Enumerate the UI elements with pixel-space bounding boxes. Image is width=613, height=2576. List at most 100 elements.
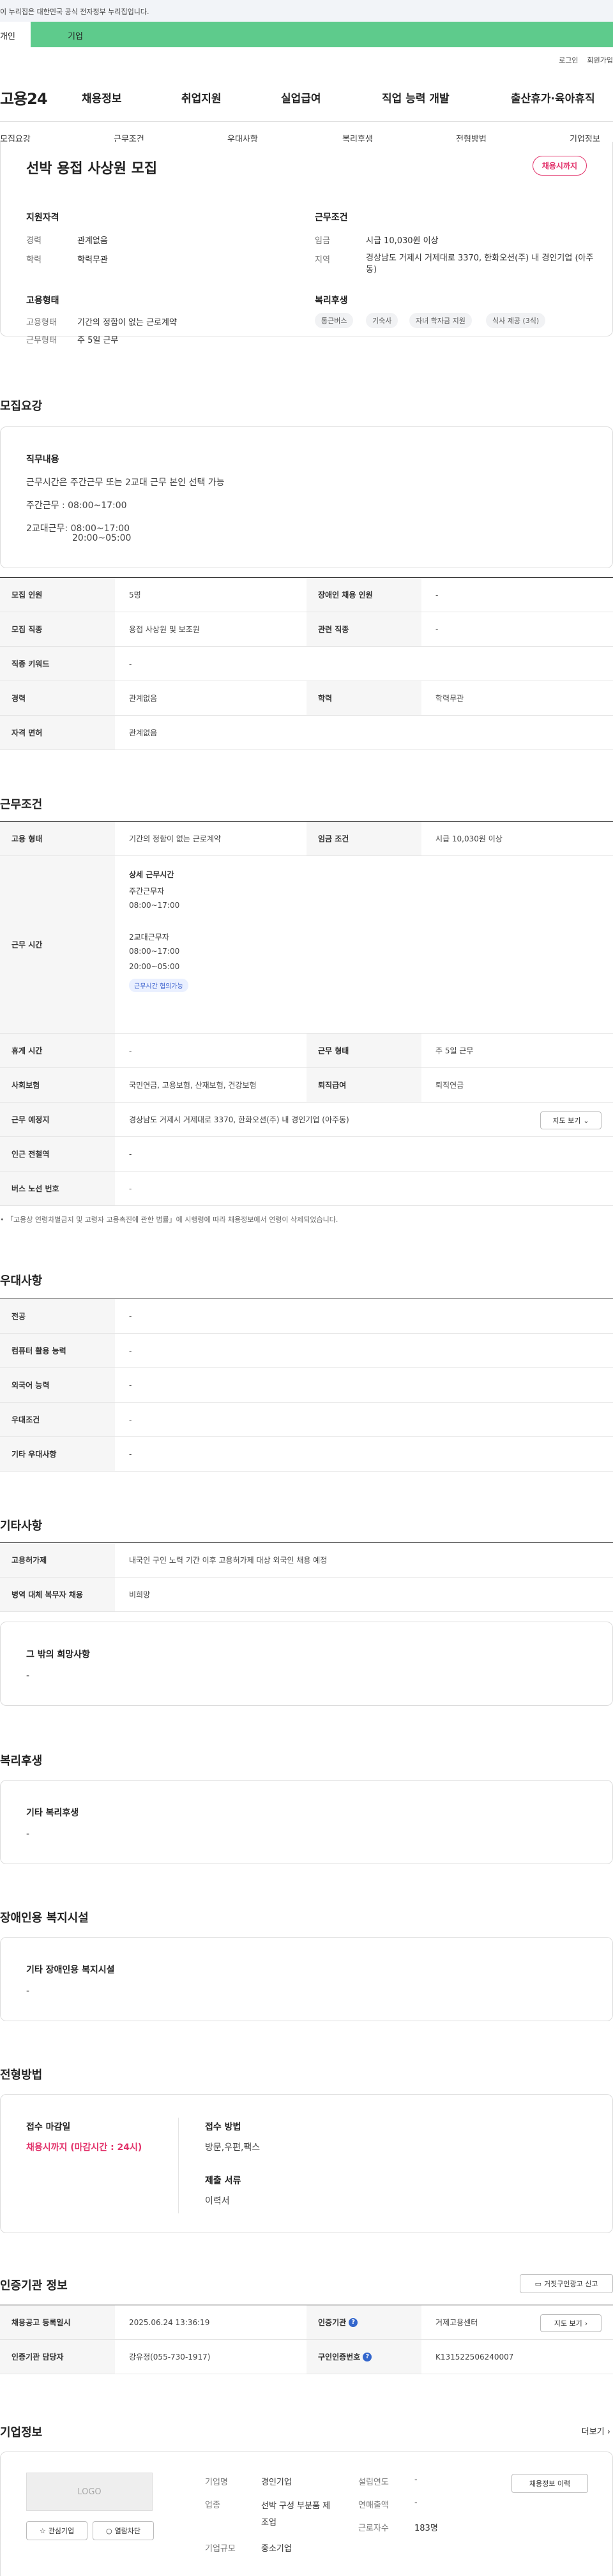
selection-section-title: 전형방법 bbox=[0, 2068, 43, 2082]
cond-heading: 근무조건 bbox=[315, 213, 348, 223]
hours-line: 08:00~17:00 bbox=[129, 947, 180, 956]
cell-key: 직종 키워드 bbox=[0, 647, 115, 681]
gov-notice-bar: 이 누리집은 대한민국 공식 전자정부 누리집입니다. bbox=[0, 0, 613, 22]
job-title: 선박 용접 사상원 모집 bbox=[26, 161, 158, 177]
document-icon: ▭ bbox=[534, 2279, 541, 2288]
cert-section-title: 인증기관 정보 bbox=[0, 2279, 68, 2293]
circle-icon: ○ bbox=[105, 2526, 112, 2535]
cell-key: 근무 예정지 bbox=[0, 1103, 115, 1136]
cell-value: 강유정(055-730-1917) bbox=[129, 2353, 211, 2361]
false-ad-report-label: 거짓구인광고 신고 bbox=[543, 2280, 598, 2288]
qual-key: 경력 bbox=[26, 236, 42, 246]
cell-value: - bbox=[129, 1449, 132, 1459]
welfare-chip: 기숙사 bbox=[366, 313, 398, 328]
duty-line: 2교대근무: 08:00~17:00 bbox=[26, 523, 130, 534]
cell-value: - bbox=[129, 1311, 132, 1321]
etc-hope-value: - bbox=[26, 1671, 30, 1681]
cell-value: - bbox=[129, 1184, 132, 1193]
method-value: 방문,우편,팩스 bbox=[205, 2143, 261, 2153]
deadline-badge: 채용시까지 bbox=[532, 156, 587, 176]
method-heading: 접수 방법 bbox=[205, 2122, 241, 2132]
age-law-note-text: 「고용상 연령차별금지 및 고령자 고용촉진에 관한 법률」에 시행령에 따라 … bbox=[6, 1216, 338, 1224]
company-more-link[interactable]: 더보기 › bbox=[582, 2425, 610, 2437]
table-row: 외국어 능력 - bbox=[0, 1368, 613, 1403]
hiring-history-button[interactable]: 채용정보 이력 bbox=[511, 2474, 588, 2493]
company-field-value: 183명 bbox=[414, 2524, 438, 2533]
cell-key: 자격 면허 bbox=[0, 716, 115, 749]
cell-value: - bbox=[129, 1415, 132, 1424]
info-icon[interactable]: ? bbox=[349, 2317, 358, 2327]
gnb-menu-training[interactable]: 직업 능력 개발 bbox=[382, 89, 450, 105]
table-row: 사회보험 국민연금, 고용보험, 산재보험, 건강보험 퇴직급여 퇴직연금 bbox=[0, 1068, 613, 1103]
table-row: 고용 형태 기간의 정함이 없는 근로계약 임금 조건 시급 10,030원 이… bbox=[0, 822, 613, 856]
map-view-button[interactable]: 지도 보기 ⌄ bbox=[540, 1111, 602, 1129]
table-row: 경력 관계없음 학력 학력무관 bbox=[0, 681, 613, 716]
cell-value: - bbox=[435, 624, 439, 634]
welfare-chip: 자녀 학자금 지원 bbox=[409, 313, 472, 328]
cell-value: 주 5일 근무 bbox=[435, 1046, 474, 1055]
chevron-right-icon: › bbox=[584, 2319, 588, 2328]
welfare-card-value: - bbox=[26, 1829, 30, 1839]
block-view-button[interactable]: ○ 열람차단 bbox=[93, 2521, 154, 2540]
emp-key: 고용형태 bbox=[26, 318, 57, 328]
false-ad-report-button[interactable]: ▭ 거짓구인광고 신고 bbox=[520, 2274, 613, 2293]
gov-notice-text: 이 누리집은 대한민국 공식 전자정부 누리집입니다. bbox=[0, 8, 149, 16]
hours-line: 2교대근무자 bbox=[129, 933, 169, 942]
hours-line: 20:00~05:00 bbox=[129, 962, 180, 971]
tab-company[interactable]: 기업 bbox=[31, 22, 613, 47]
cell-value: 5명 bbox=[129, 591, 141, 599]
table-row: 자격 면허 관계없음 bbox=[0, 716, 613, 750]
chevron-right-icon: › bbox=[607, 2427, 610, 2437]
signup-link[interactable]: 회원가입 bbox=[587, 55, 613, 65]
interest-company-button[interactable]: ☆ 관심기업 bbox=[26, 2521, 87, 2540]
recruit-section-title: 모집요강 bbox=[0, 400, 43, 413]
disabled-section-title: 장애인용 복지시설 bbox=[0, 1911, 89, 1925]
cell-value: 내국인 구인 노력 기간 이후 고용허가제 대상 외국인 채용 예정 bbox=[129, 1556, 328, 1565]
gnb-menu-unemployment[interactable]: 실업급여 bbox=[281, 89, 321, 105]
welfare-heading: 복리후생 bbox=[315, 296, 348, 306]
cell-key: 기타 우대사항 bbox=[0, 1437, 115, 1471]
tab-personal[interactable]: 개인 bbox=[0, 22, 31, 47]
cell-key: 버스 노선 번호 bbox=[0, 1171, 115, 1205]
hours-negotiable-tag: 근무시간 협의가능 bbox=[129, 979, 188, 992]
interest-company-label: 관심기업 bbox=[48, 2527, 75, 2535]
disabled-card-value: - bbox=[26, 1986, 30, 1996]
cond-value: 경상남도 거제시 거제대로 3370, 한화오션(주) 내 경인기업 (아주동) bbox=[366, 253, 594, 275]
cert-map-button[interactable]: 지도 보기 › bbox=[540, 2314, 602, 2332]
login-link[interactable]: 로그인 bbox=[559, 55, 578, 65]
duty-card: 직무내용 근무시간은 주간근무 또는 2교대 근무 본인 선택 가능 주간근무 … bbox=[0, 426, 613, 568]
table-row: 휴게 시간 - 근무 형태 주 5일 근무 bbox=[0, 1034, 613, 1068]
hours-line: 주간근무자 bbox=[129, 887, 165, 896]
company-field-value: 경인기업 bbox=[261, 2478, 292, 2487]
global-nav: 고용24 채용정보 취업지원 실업급여 직업 능력 개발 출산휴가·육아휴직 bbox=[0, 84, 613, 110]
gnb-menu-jobs[interactable]: 채용정보 bbox=[82, 89, 122, 105]
cell-key: 임금 조건 bbox=[306, 822, 421, 855]
table-row: 직종 키워드 - bbox=[0, 647, 613, 681]
duty-line: 근무시간은 주간근무 또는 2교대 근무 본인 선택 가능 bbox=[26, 478, 225, 488]
pref-section-title: 우대사항 bbox=[0, 1274, 43, 1288]
qual-key: 학력 bbox=[26, 255, 42, 265]
cell-value: 퇴직연금 bbox=[435, 1081, 464, 1090]
table-row: 고용허가제 내국인 구인 노력 기간 이후 고용허가제 대상 외국인 채용 예정 bbox=[0, 1543, 613, 1578]
cell-key: 퇴직급여 bbox=[306, 1068, 421, 1102]
table-row: 인증기관 담당자 강유정(055-730-1917) 구인인증번호? K1315… bbox=[0, 2340, 613, 2374]
gnb-menu-leave[interactable]: 출산휴가·육아휴직 bbox=[511, 89, 595, 105]
hours-line: 08:00~17:00 bbox=[129, 901, 180, 910]
deadline-value: 채용시까지 (마감시간 : 24시) bbox=[26, 2143, 142, 2153]
docs-heading: 제출 서류 bbox=[205, 2176, 241, 2186]
cell-key: 외국어 능력 bbox=[0, 1368, 115, 1402]
cert-agency-label: 인증기관 bbox=[318, 2318, 347, 2327]
cell-value: 기간의 정함이 없는 근로계약 bbox=[129, 834, 221, 843]
cell-value: 경상남도 거제시 거제대로 3370, 한화오션(주) 내 경인기업 (아주동) bbox=[129, 1115, 349, 1124]
gnb-menu-employment-support[interactable]: 취업지원 bbox=[181, 89, 222, 105]
deadline-heading: 접수 마감일 bbox=[26, 2122, 71, 2132]
table-row: 모집 인원 5명 장애인 채용 인원 - bbox=[0, 578, 613, 612]
info-icon[interactable]: ? bbox=[363, 2352, 372, 2361]
company-card: LOGO ☆ 관심기업 ○ 열람차단 기업명 경인기업 업종 선박 구성 부분품… bbox=[0, 2452, 613, 2576]
cell-value: 2025.06.24 13:36:19 bbox=[129, 2317, 210, 2327]
cell-value: 학력무관 bbox=[435, 694, 464, 703]
qual-heading: 지원자격 bbox=[26, 213, 59, 223]
cell-key: 우대조건 bbox=[0, 1403, 115, 1436]
company-field-value: - bbox=[414, 2475, 418, 2485]
table-row-hours: 근무 시간 상세 근무시간 주간근무자 08:00~17:00 2교대근무자 0… bbox=[0, 856, 613, 1034]
